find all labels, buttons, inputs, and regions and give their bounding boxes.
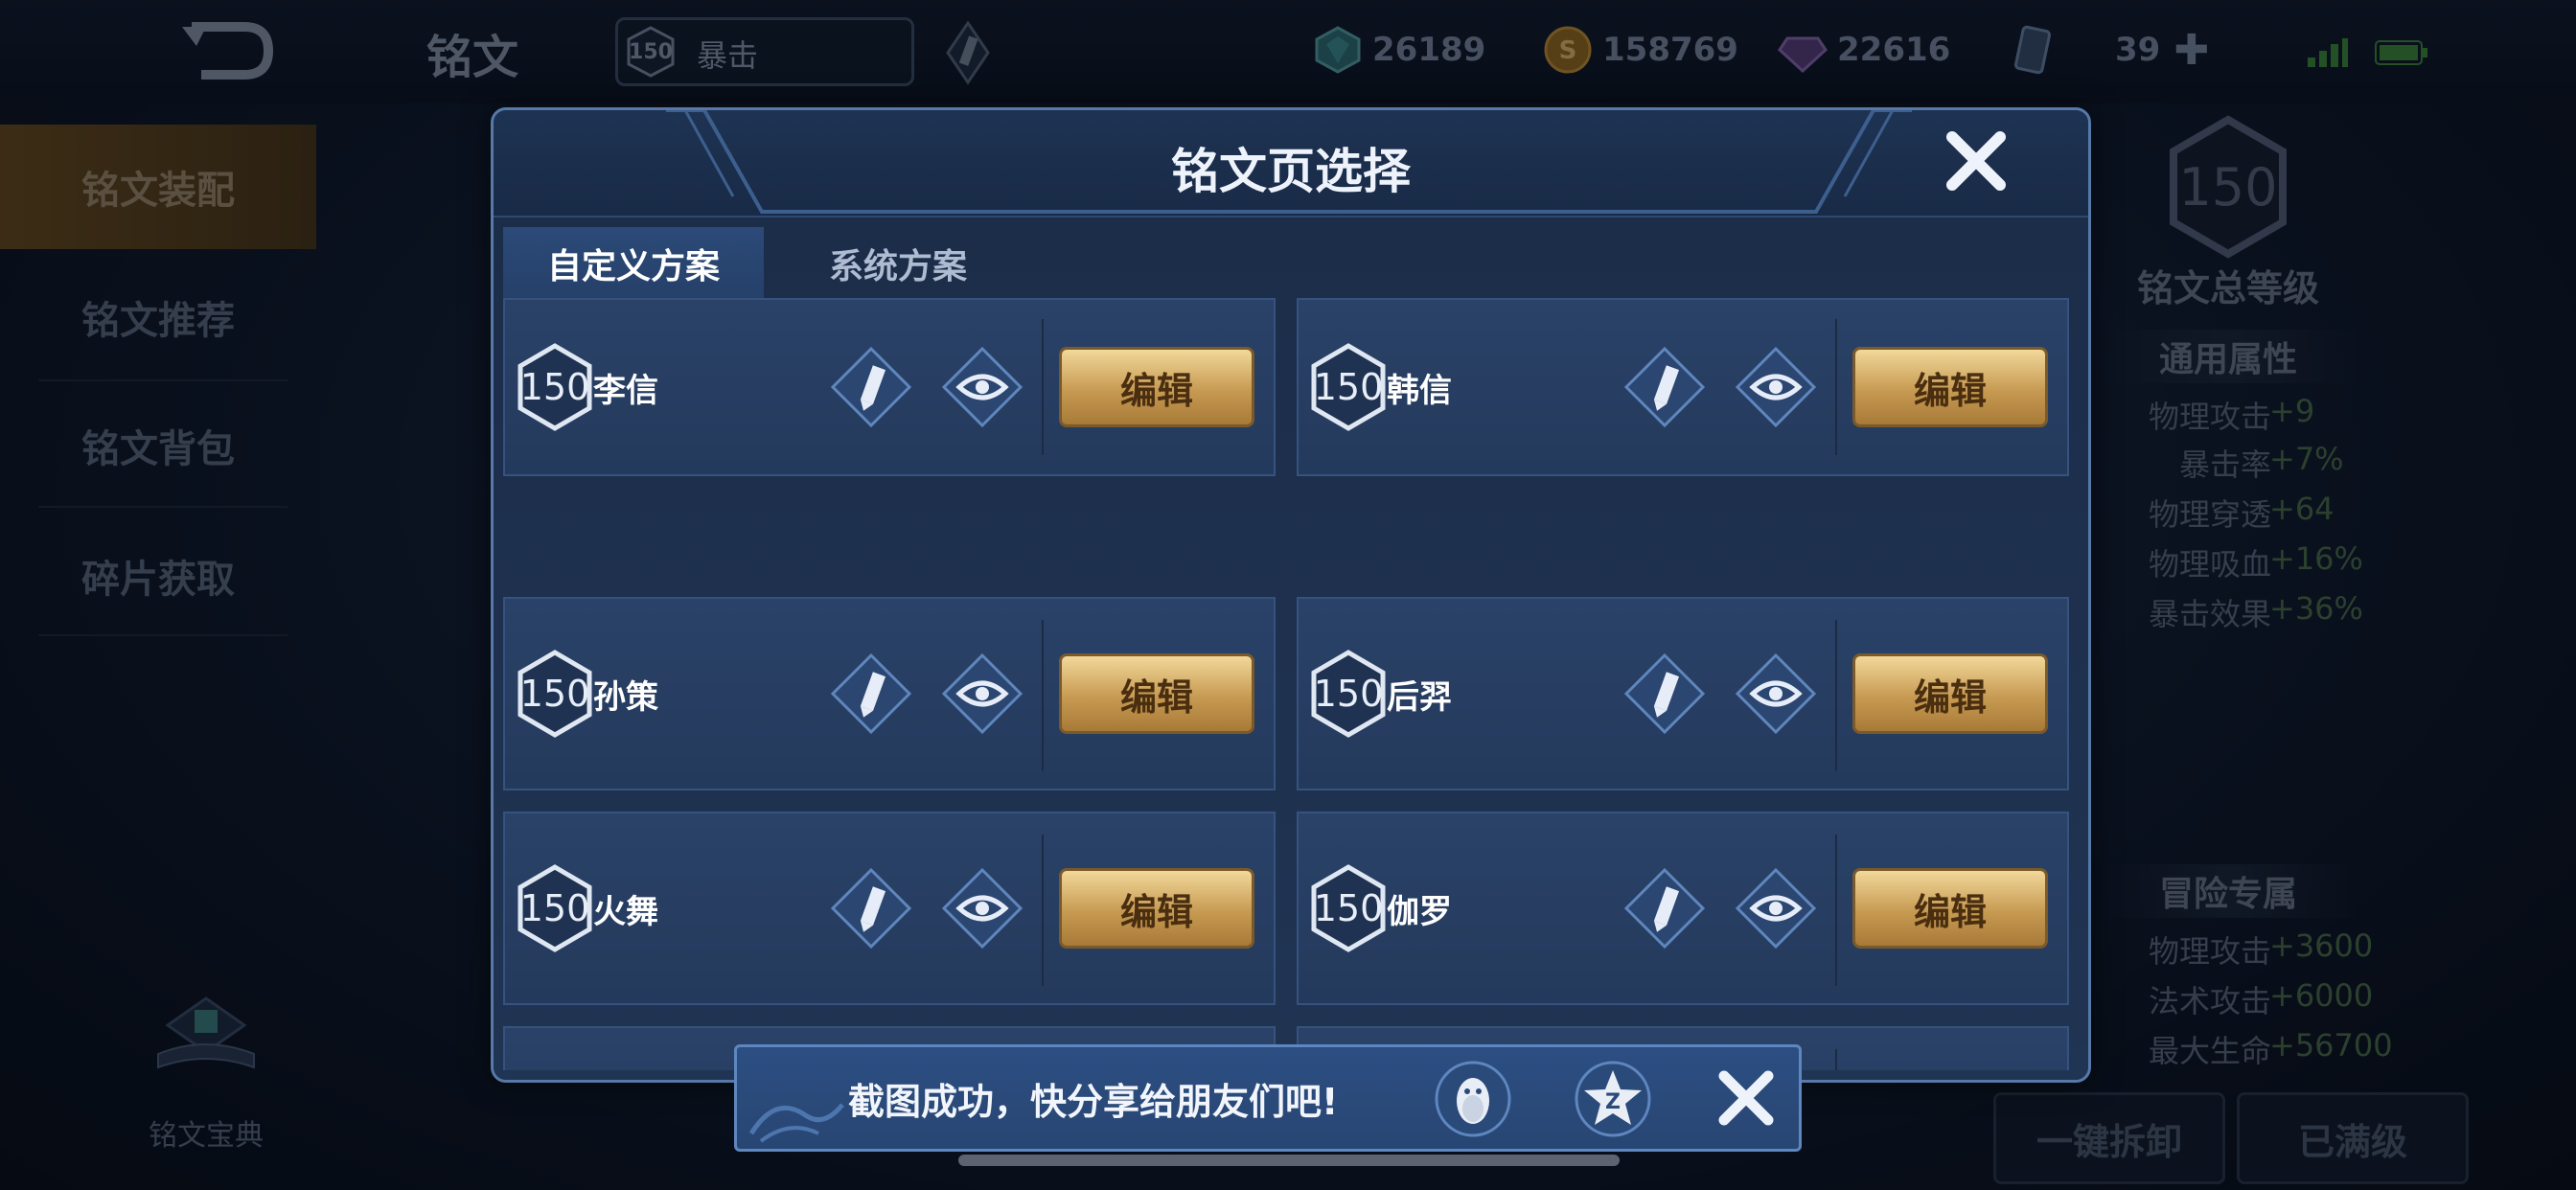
edit-button[interactable]: 编辑: [1059, 653, 1254, 734]
home-indicator[interactable]: [958, 1155, 1620, 1166]
level-hex-badge: 150: [517, 343, 593, 431]
level-hex-badge: 150: [1310, 343, 1387, 431]
divider: [1835, 620, 1837, 771]
hero-name: 李信: [593, 371, 658, 410]
close-icon[interactable]: [1943, 127, 2010, 195]
divider: [1042, 319, 1044, 455]
inscription-page-select-dialog: 铭文页选择 自定义方案 系统方案 150 李信 编辑 150 韩信 编辑 150…: [491, 107, 2091, 1083]
pencil-icon[interactable]: [1622, 866, 1707, 950]
edit-button[interactable]: 编辑: [1059, 347, 1254, 427]
eye-icon[interactable]: [1734, 345, 1818, 429]
qzone-star-icon[interactable]: Z: [1573, 1059, 1653, 1139]
inscription-page-card[interactable]: 150 火舞 编辑: [503, 812, 1276, 1005]
edit-button[interactable]: 编辑: [1059, 868, 1254, 949]
hero-name: 韩信: [1387, 371, 1452, 410]
screenshot-share-toast: 截图成功，快分享给朋友们吧! Z: [734, 1044, 1802, 1152]
tab-custom-plans[interactable]: 自定义方案: [503, 227, 764, 304]
hero-name: 伽罗: [1387, 892, 1452, 931]
inscription-page-card[interactable]: 150 韩信 编辑: [1297, 298, 2069, 476]
svg-text:Z: Z: [1605, 1090, 1621, 1114]
hero-name: 韩信: [593, 1028, 658, 1070]
level-hex-badge: 150: [517, 864, 593, 952]
inscription-page-card[interactable]: 150 孙策 编辑: [503, 597, 1276, 790]
cloud-ornament: [748, 1103, 844, 1143]
inscription-page-card[interactable]: 150 后羿 编辑: [1297, 597, 2069, 790]
inscription-page-card[interactable]: 150 李信 编辑: [503, 298, 1276, 476]
inscription-page-card[interactable]: 150 伽罗 编辑: [1297, 812, 2069, 1005]
divider: [1835, 1049, 1837, 1070]
dialog-title: 铭文页选择: [1171, 144, 1411, 199]
divider: [1835, 319, 1837, 455]
pencil-icon[interactable]: [1622, 652, 1707, 736]
level-hex-badge: 150: [1310, 650, 1387, 738]
pencil-icon[interactable]: [829, 866, 913, 950]
hero-name: 后羿: [1387, 677, 1452, 717]
eye-icon[interactable]: [940, 345, 1024, 429]
pencil-icon[interactable]: [1622, 345, 1707, 429]
divider: [1042, 835, 1044, 986]
eye-icon[interactable]: [1734, 652, 1818, 736]
level-hex-badge: 150: [517, 650, 593, 738]
tab-system-plans[interactable]: 系统方案: [773, 227, 1023, 300]
level-hex-badge: 150: [1310, 864, 1387, 952]
hero-name: 火舞: [593, 892, 658, 931]
edit-button[interactable]: 编辑: [1852, 653, 2048, 734]
edit-button[interactable]: 编辑: [1852, 868, 2048, 949]
divider: [1835, 835, 1837, 986]
toast-message: 截图成功，快分享给朋友们吧!: [848, 1080, 1339, 1123]
pencil-icon[interactable]: [829, 345, 913, 429]
close-icon[interactable]: [1713, 1064, 1780, 1132]
eye-icon[interactable]: [940, 652, 1024, 736]
dialog-header: 铭文页选择: [494, 110, 2088, 217]
edit-button[interactable]: 编辑: [1852, 347, 2048, 427]
divider: [1042, 620, 1044, 771]
pencil-icon[interactable]: [829, 652, 913, 736]
eye-icon[interactable]: [940, 866, 1024, 950]
inscription-page-list: 150 李信 编辑 150 韩信 编辑 150 孙策 编辑 150 后羿 编辑 …: [503, 298, 2079, 1070]
hero-name: 孙策: [593, 677, 658, 717]
eye-icon[interactable]: [1734, 866, 1818, 950]
qq-penguin-icon[interactable]: [1433, 1059, 1513, 1139]
